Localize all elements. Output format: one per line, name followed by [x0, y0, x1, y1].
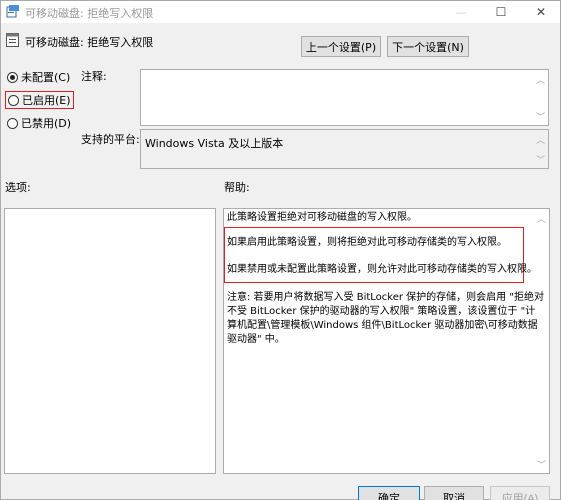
next-setting-button[interactable]: 下一个设置(N)	[387, 36, 469, 57]
policy-dialog: 可移动磁盘: 拒绝写入权限 — ☐ ✕ 可移动磁盘: 拒绝写入权限 上一个设置(…	[0, 0, 561, 500]
help-note-line-1: 注意: 若要用户将数据写入受 BitLocker 保护的存储，则会启用 "拒绝对	[227, 292, 544, 303]
scroll-up-icon[interactable]: ︿	[536, 133, 545, 146]
radio-not-configured-label: 未配置(C)	[21, 71, 71, 84]
help-note-line-2: 不受 BitLocker 保护的驱动器的写入权限" 策略设置，该设置位于 "计	[227, 306, 536, 317]
platform-value: Windows Vista 及以上版本	[145, 137, 284, 150]
close-button[interactable]: ✕	[521, 1, 561, 23]
platform-label: 支持的平台:	[81, 133, 140, 146]
radio-checked-icon	[7, 71, 18, 83]
minimize-icon: —	[455, 5, 467, 19]
radio-unchecked-icon	[7, 117, 18, 129]
maximize-icon: ☐	[495, 5, 507, 19]
window-title: 可移动磁盘: 拒绝写入权限	[25, 7, 154, 20]
policy-setting-icon	[6, 5, 19, 18]
policy-name: 可移动磁盘: 拒绝写入权限	[25, 36, 154, 49]
radio-disabled-label: 已禁用(D)	[21, 117, 72, 130]
title-bar: 可移动磁盘: 拒绝写入权限 — ☐ ✕	[1, 1, 560, 23]
scroll-up-icon[interactable]: ︿	[536, 73, 545, 86]
comment-label: 注释:	[81, 70, 107, 83]
radio-enabled-label: 已启用(E)	[22, 94, 71, 107]
comment-textarea[interactable]: ︿ ﹀	[140, 69, 549, 126]
scroll-up-icon[interactable]: ︿	[537, 212, 546, 225]
close-icon: ✕	[535, 5, 547, 19]
platform-field: Windows Vista 及以上版本 ︿ ﹀	[140, 129, 549, 169]
previous-setting-button[interactable]: 上一个设置(P)	[301, 36, 381, 57]
radio-not-configured[interactable]: 未配置(C)	[7, 69, 70, 85]
radio-enabled[interactable]: 已启用(E)	[5, 91, 74, 109]
apply-button[interactable]: 应用(A)	[490, 486, 550, 500]
help-note-line-4: 驱动器" 中。	[227, 334, 285, 345]
radio-unchecked-icon	[8, 94, 19, 106]
help-paragraph-3: 如果禁用或未配置此策略设置，则允许对此可移动存储类的写入权限。	[227, 264, 537, 275]
minimize-button[interactable]: —	[441, 1, 481, 23]
options-label: 选项:	[5, 181, 31, 194]
options-pane	[4, 208, 216, 474]
cancel-button[interactable]: 取消	[424, 486, 484, 500]
scroll-down-icon[interactable]: ﹀	[537, 458, 546, 471]
scroll-down-icon[interactable]: ﹀	[536, 153, 545, 166]
help-paragraph-2: 如果启用此策略设置，则将拒绝对此可移动存储类的写入权限。	[227, 237, 507, 248]
scroll-down-icon[interactable]: ﹀	[536, 110, 545, 123]
help-pane: 此策略设置拒绝对可移动磁盘的写入权限。 如果启用此策略设置，则将拒绝对此可移动存…	[223, 208, 550, 474]
radio-disabled[interactable]: 已禁用(D)	[7, 115, 71, 131]
help-note-line-3: 算机配置\管理模板\Windows 组件\BitLocker 驱动器加密\可移动…	[227, 320, 538, 331]
help-label: 帮助:	[224, 181, 250, 194]
policy-document-icon	[6, 33, 19, 47]
help-paragraph-1: 此策略设置拒绝对可移动磁盘的写入权限。	[227, 212, 417, 223]
maximize-button[interactable]: ☐	[481, 1, 521, 23]
ok-button[interactable]: 确定	[358, 486, 420, 500]
